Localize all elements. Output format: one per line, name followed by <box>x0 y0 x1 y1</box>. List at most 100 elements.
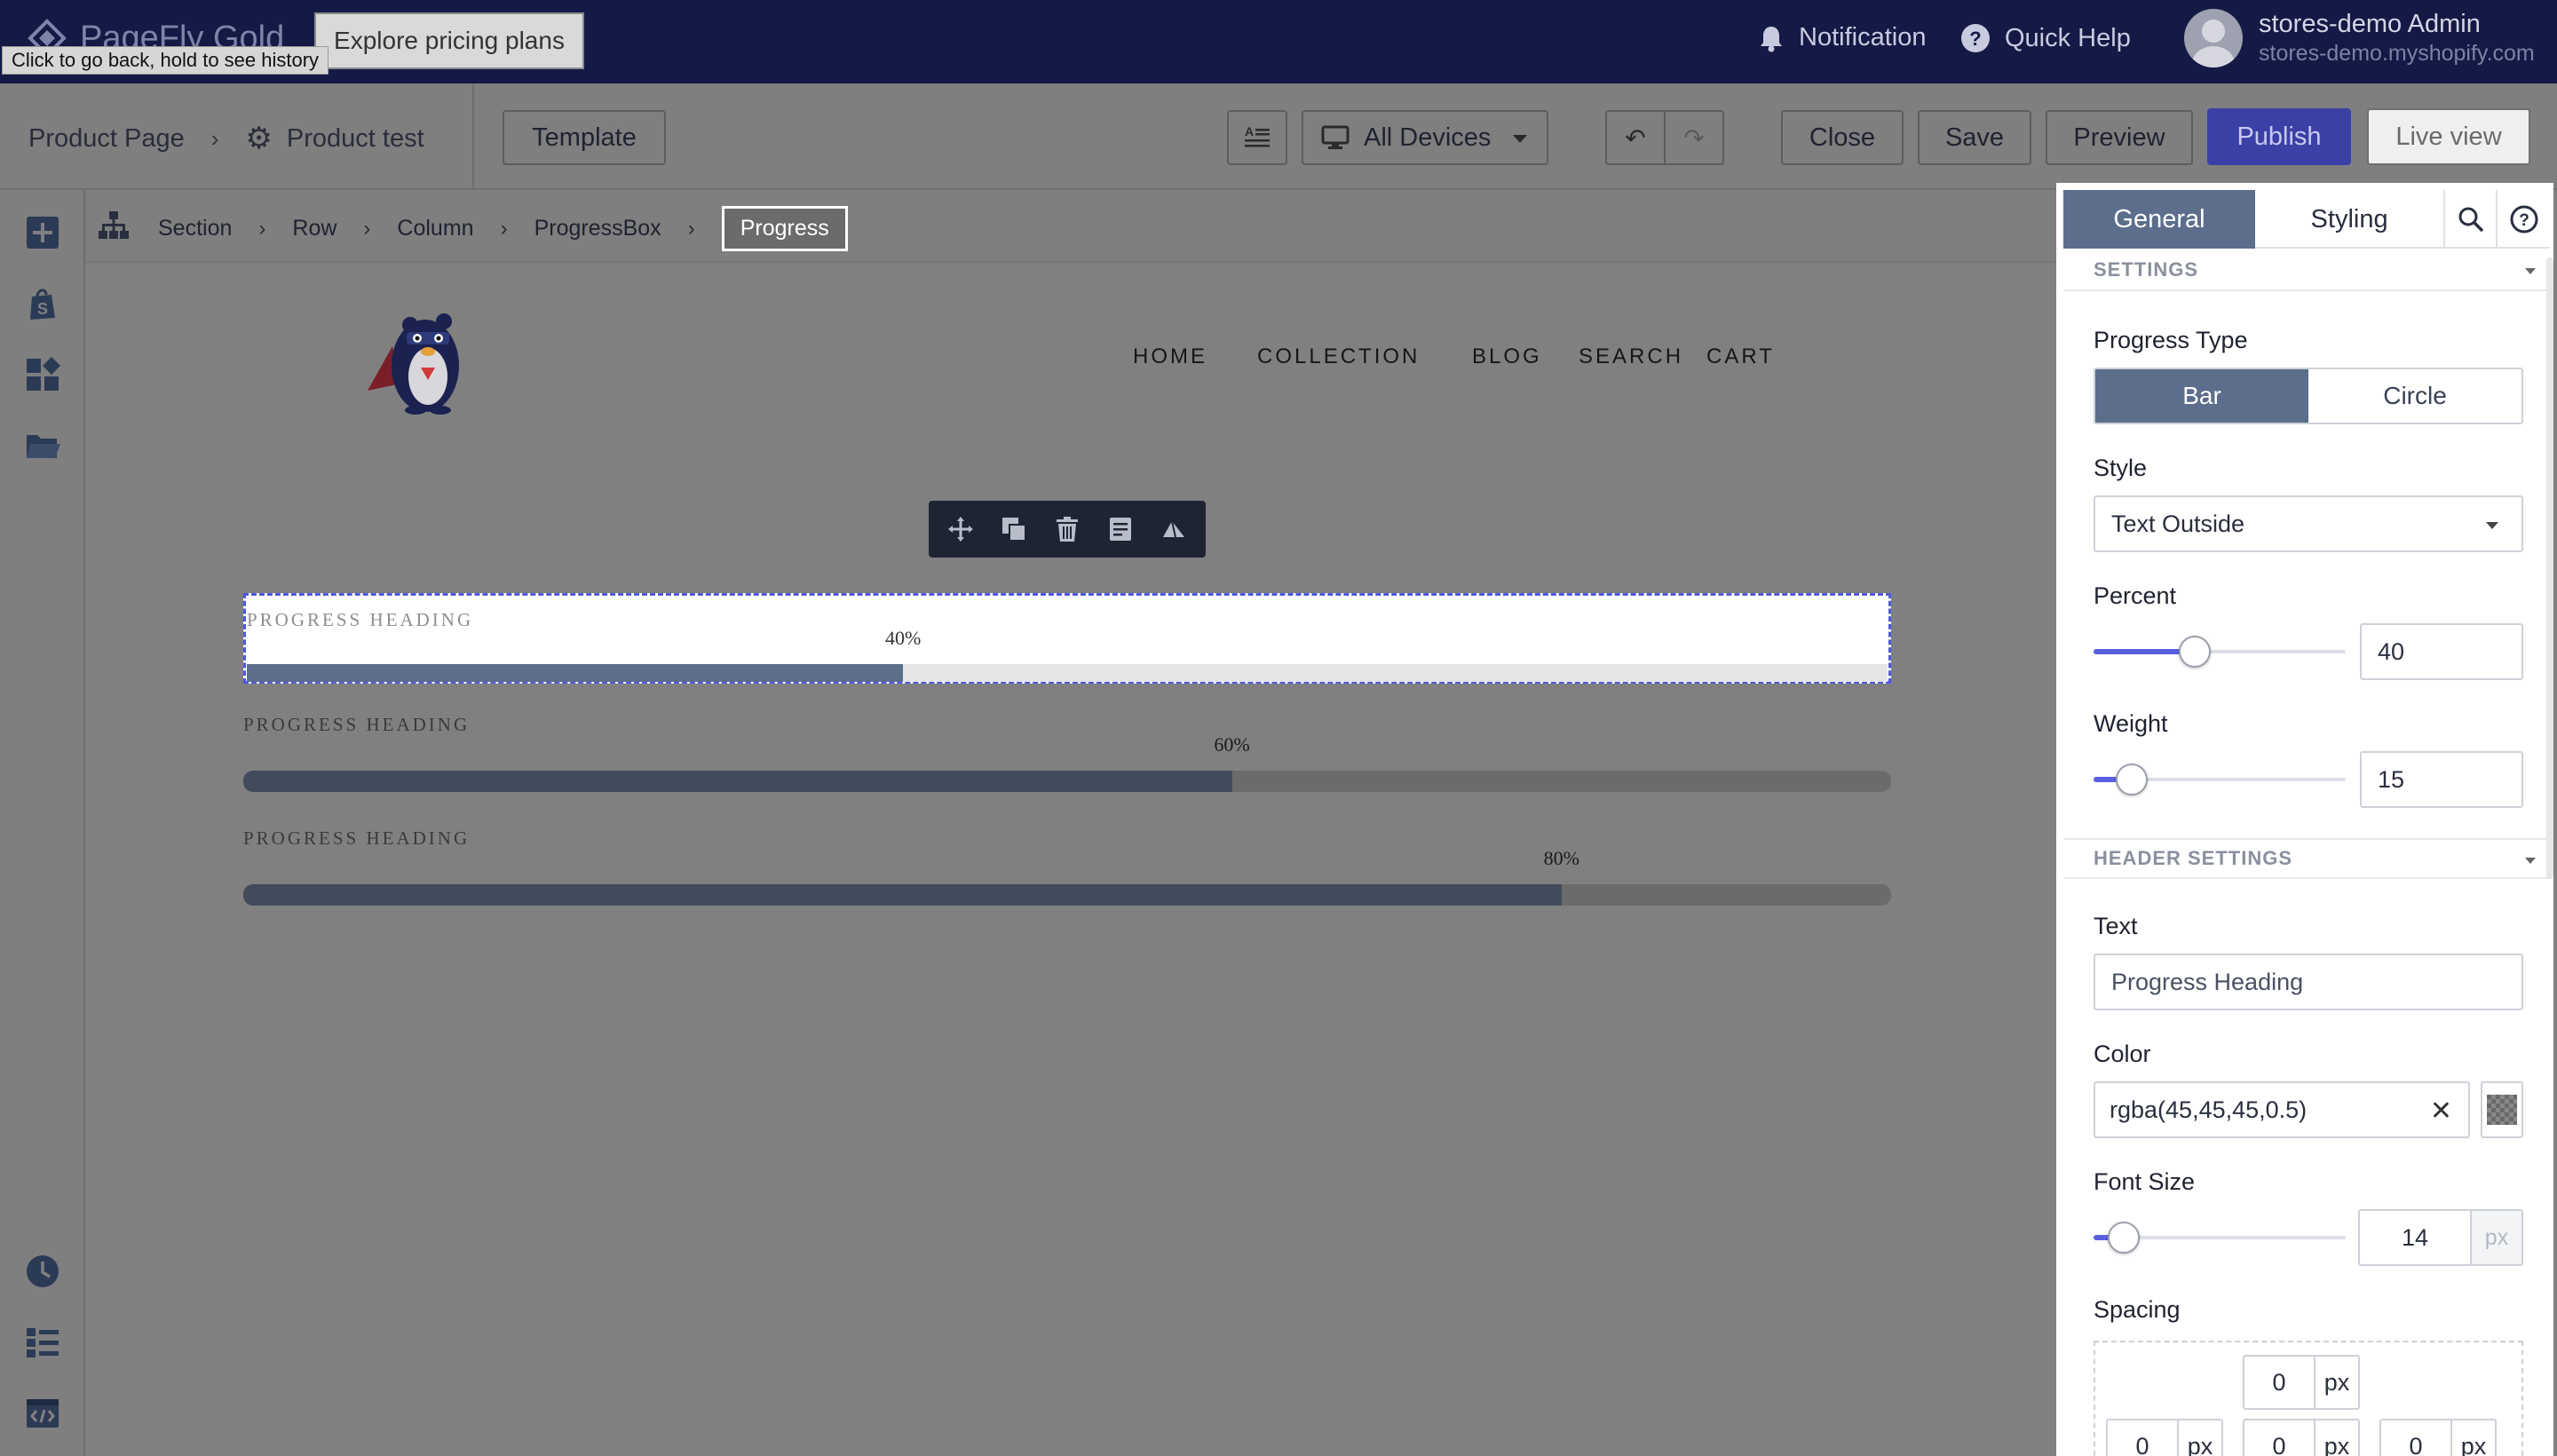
device-select[interactable]: All Devices <box>1302 110 1548 165</box>
chevron-right-icon: › <box>687 216 695 241</box>
redo-icon[interactable]: ↷ <box>1664 112 1722 163</box>
font-size-label: Font Size <box>2094 1168 2196 1195</box>
spacing-right-input[interactable]: 0 px <box>2379 1419 2497 1456</box>
breadcrumb-progress[interactable]: Progress <box>721 206 848 251</box>
page-breadcrumb: Product Page › ⚙ Product test <box>28 121 424 156</box>
paint-bucket-icon[interactable] <box>1157 512 1191 546</box>
toolbar-divider <box>472 83 474 190</box>
breadcrumb-progressbox[interactable]: ProgressBox <box>534 216 661 241</box>
close-button[interactable]: Close <box>1781 110 1904 165</box>
spacing-box: 0 px 0 px 0 px 0 px <box>2094 1341 2523 1456</box>
explore-pricing-button[interactable]: Explore pricing plans <box>314 12 584 69</box>
nav-cart[interactable]: CART <box>1706 344 1775 369</box>
spacing-label: Spacing <box>2094 1296 2181 1323</box>
shopify-icon[interactable]: S <box>25 286 60 321</box>
settings-section-header[interactable]: SETTINGS <box>2063 250 2550 291</box>
element-toolbar <box>929 501 1206 558</box>
header-settings-section-header[interactable]: HEADER SETTINGS <box>2063 838 2550 879</box>
settings-panel: General Styling ? SETTINGS Progress Type… <box>2056 183 2553 1456</box>
move-icon[interactable] <box>944 512 978 546</box>
progress-item[interactable]: PROGRESS HEADING 80% <box>243 827 1891 907</box>
spacing-middle-value: 0 <box>2272 1432 2286 1456</box>
chevron-right-icon: › <box>363 216 371 241</box>
svg-text:S: S <box>37 300 48 318</box>
spacing-top-input[interactable]: 0 px <box>2243 1355 2360 1410</box>
live-view-button[interactable]: Live view <box>2367 108 2530 165</box>
progress-item[interactable]: PROGRESS HEADING 60% <box>243 714 1891 794</box>
progress-heading: PROGRESS HEADING <box>247 609 474 630</box>
collapse-icon <box>2525 858 2536 864</box>
layers-list-icon[interactable] <box>25 1325 60 1360</box>
spacing-left-input[interactable]: 0 px <box>2106 1419 2223 1456</box>
color-input[interactable]: rgba(45,45,45,0.5) ✕ <box>2094 1081 2470 1138</box>
font-size-slider[interactable] <box>2094 1220 2346 1255</box>
progress-percent-label: 80% <box>1543 847 1579 869</box>
progress-heading: PROGRESS HEADING <box>243 714 471 735</box>
slider-handle[interactable] <box>2178 636 2211 668</box>
type-bar-button[interactable]: Bar <box>2095 369 2308 423</box>
search-icon[interactable] <box>2445 190 2498 249</box>
percent-slider[interactable] <box>2094 634 2346 669</box>
breadcrumb-section[interactable]: Section <box>158 216 232 241</box>
notification-label: Notification <box>1799 23 1927 51</box>
progress-track <box>243 771 1891 792</box>
top-bar: PageFly Gold Explore pricing plans Click… <box>0 0 2557 83</box>
spacing-middle-input[interactable]: 0 px <box>2243 1419 2360 1456</box>
help-icon[interactable]: ? <box>2498 190 2550 249</box>
store-logo[interactable] <box>359 295 492 428</box>
preview-button[interactable]: Preview <box>2046 110 2193 165</box>
slider-handle[interactable] <box>2108 1222 2141 1254</box>
sections-grid-icon[interactable] <box>25 357 60 392</box>
weight-label: Weight <box>2094 710 2168 737</box>
weight-slider[interactable] <box>2094 762 2346 797</box>
user-menu[interactable]: stores-demo Admin stores-demo.myshopify.… <box>2184 9 2535 67</box>
style-select[interactable]: Text Outside <box>2094 495 2523 552</box>
save-snippet-icon[interactable] <box>1104 512 1137 546</box>
add-element-icon[interactable] <box>25 215 60 250</box>
slider-handle[interactable] <box>2115 764 2148 795</box>
template-button[interactable]: Template <box>503 110 666 165</box>
notification-button[interactable]: Notification <box>1758 23 1926 52</box>
breadcrumb-column[interactable]: Column <box>397 216 473 241</box>
text-format-button[interactable]: A <box>1227 110 1287 165</box>
left-sidebar: S <box>0 190 85 1456</box>
font-size-input[interactable]: 14 px <box>2358 1209 2523 1266</box>
sitemap-icon[interactable] <box>98 210 130 241</box>
progress-heading: PROGRESS HEADING <box>243 827 471 849</box>
progress-item-selected[interactable]: PROGRESS HEADING 40% <box>243 593 1891 684</box>
nav-search[interactable]: SEARCH <box>1579 344 1706 369</box>
code-editor-icon[interactable] <box>25 1396 60 1431</box>
gear-icon[interactable]: ⚙ <box>245 121 272 156</box>
nav-home[interactable]: HOME <box>1133 344 1257 369</box>
heading-text-input[interactable]: Progress Heading <box>2094 954 2523 1010</box>
folder-icon[interactable] <box>25 428 60 463</box>
tab-styling[interactable]: Styling <box>2255 190 2446 249</box>
collapse-icon <box>2525 268 2536 274</box>
color-swatch[interactable] <box>2481 1081 2523 1138</box>
type-circle-button[interactable]: Circle <box>2308 369 2521 423</box>
quick-help-button[interactable]: ? Quick Help <box>1960 23 2131 53</box>
publish-button[interactable]: Publish <box>2207 108 2351 165</box>
page-type-link[interactable]: Product Page <box>28 124 185 154</box>
clear-icon[interactable]: ✕ <box>2430 1096 2452 1127</box>
save-button[interactable]: Save <box>1918 110 2031 165</box>
progress-fill <box>247 664 904 682</box>
settings-title: SETTINGS <box>2094 258 2199 281</box>
tab-general[interactable]: General <box>2063 190 2256 249</box>
editor-canvas: HOME COLLECTION BLOG SEARCH CART PROGRES… <box>85 263 2056 1456</box>
weight-input[interactable]: 15 <box>2360 751 2523 808</box>
text-align-icon: A <box>1245 124 1270 147</box>
percent-input[interactable]: 40 <box>2360 623 2523 680</box>
trash-icon[interactable] <box>1050 512 1084 546</box>
quick-help-label: Quick Help <box>2005 23 2131 52</box>
nav-collection[interactable]: COLLECTION <box>1257 344 1472 369</box>
undo-icon[interactable]: ↶ <box>1607 112 1664 163</box>
breadcrumb-row[interactable]: Row <box>292 216 336 241</box>
panel-scrollbar[interactable] <box>2546 257 2553 879</box>
page-name[interactable]: Product test <box>287 124 424 154</box>
nav-blog[interactable]: BLOG <box>1472 344 1579 369</box>
progress-type-label: Progress Type <box>2094 327 2248 353</box>
duplicate-icon[interactable] <box>997 512 1031 546</box>
font-size-unit: px <box>2470 1211 2521 1264</box>
history-clock-icon[interactable] <box>25 1254 60 1289</box>
